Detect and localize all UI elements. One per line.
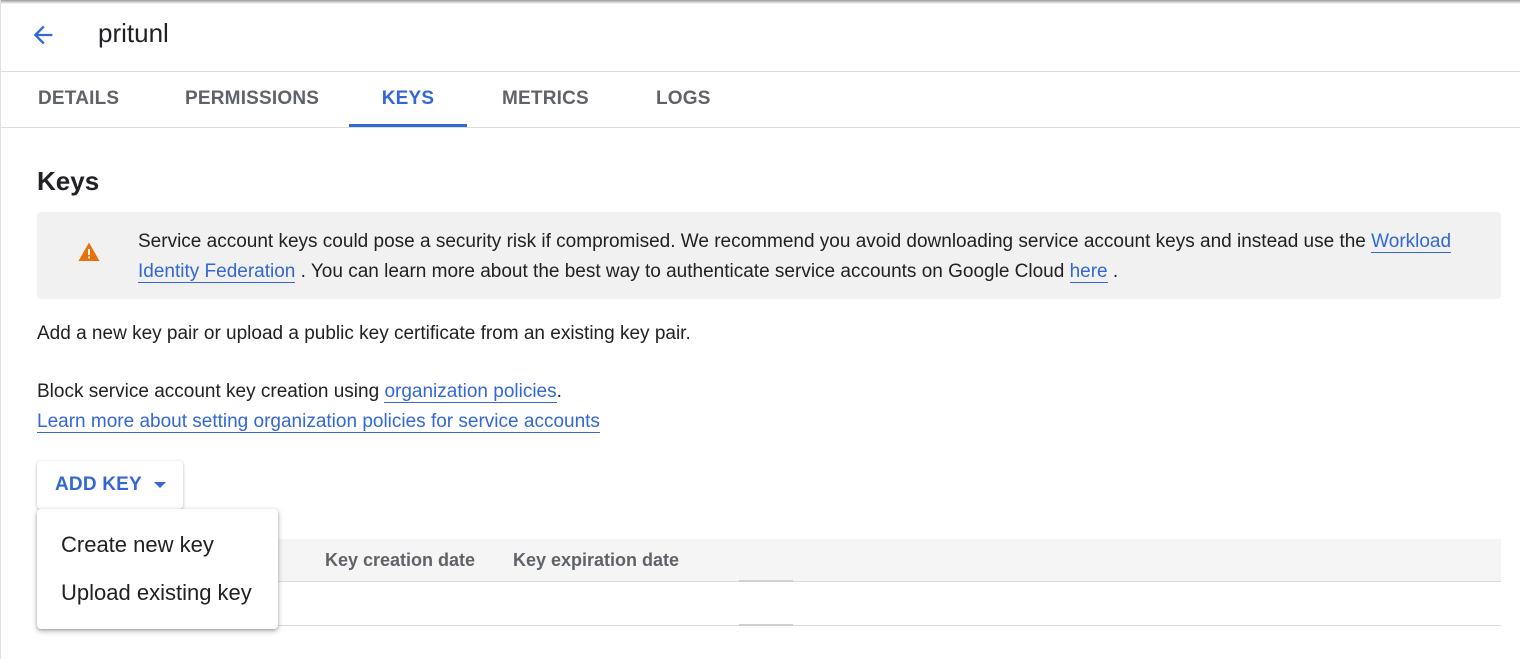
tab-bar: DETAILS PERMISSIONS KEYS METRICS LOGS xyxy=(0,72,1520,128)
tab-permissions[interactable]: PERMISSIONS xyxy=(185,72,319,127)
tab-metrics[interactable]: METRICS xyxy=(502,72,589,127)
left-border xyxy=(0,128,1,659)
section-title: Keys xyxy=(37,166,100,196)
back-button[interactable] xyxy=(27,18,59,52)
page-title: pritunl xyxy=(98,18,169,48)
menu-item-upload-existing-key[interactable]: Upload existing key xyxy=(37,569,278,617)
page-header: pritunl xyxy=(0,0,1520,72)
arrow-back-icon xyxy=(33,25,53,45)
menu-item-create-new-key[interactable]: Create new key xyxy=(37,521,278,569)
learn-more-org-policies-link[interactable]: Learn more about setting organization po… xyxy=(37,411,600,433)
tab-keys[interactable]: KEYS xyxy=(349,72,467,127)
add-key-label: ADD KEY xyxy=(55,474,142,495)
column-key-creation-date[interactable]: Key creation date xyxy=(325,539,475,581)
tab-details[interactable]: DETAILS xyxy=(38,72,119,127)
intro-text: Add a new key pair or upload a public ke… xyxy=(37,323,691,344)
add-key-dropdown-menu: Create new key Upload existing key xyxy=(37,509,278,629)
caret-down-icon xyxy=(153,482,166,488)
security-warning-banner: Service account keys could pose a securi… xyxy=(37,212,1501,299)
organization-policies-link[interactable]: organization policies xyxy=(384,381,557,403)
here-link[interactable]: here xyxy=(1069,261,1108,283)
column-key-expiration-date[interactable]: Key expiration date xyxy=(513,539,679,581)
table-marker xyxy=(739,624,793,626)
add-key-button[interactable]: ADD KEY xyxy=(37,461,183,509)
banner-text: Service account keys could pose a securi… xyxy=(138,231,1452,283)
warning-icon xyxy=(78,242,100,261)
tab-logs[interactable]: LOGS xyxy=(656,72,710,127)
policy-text: Block service account key creation using… xyxy=(37,381,600,433)
